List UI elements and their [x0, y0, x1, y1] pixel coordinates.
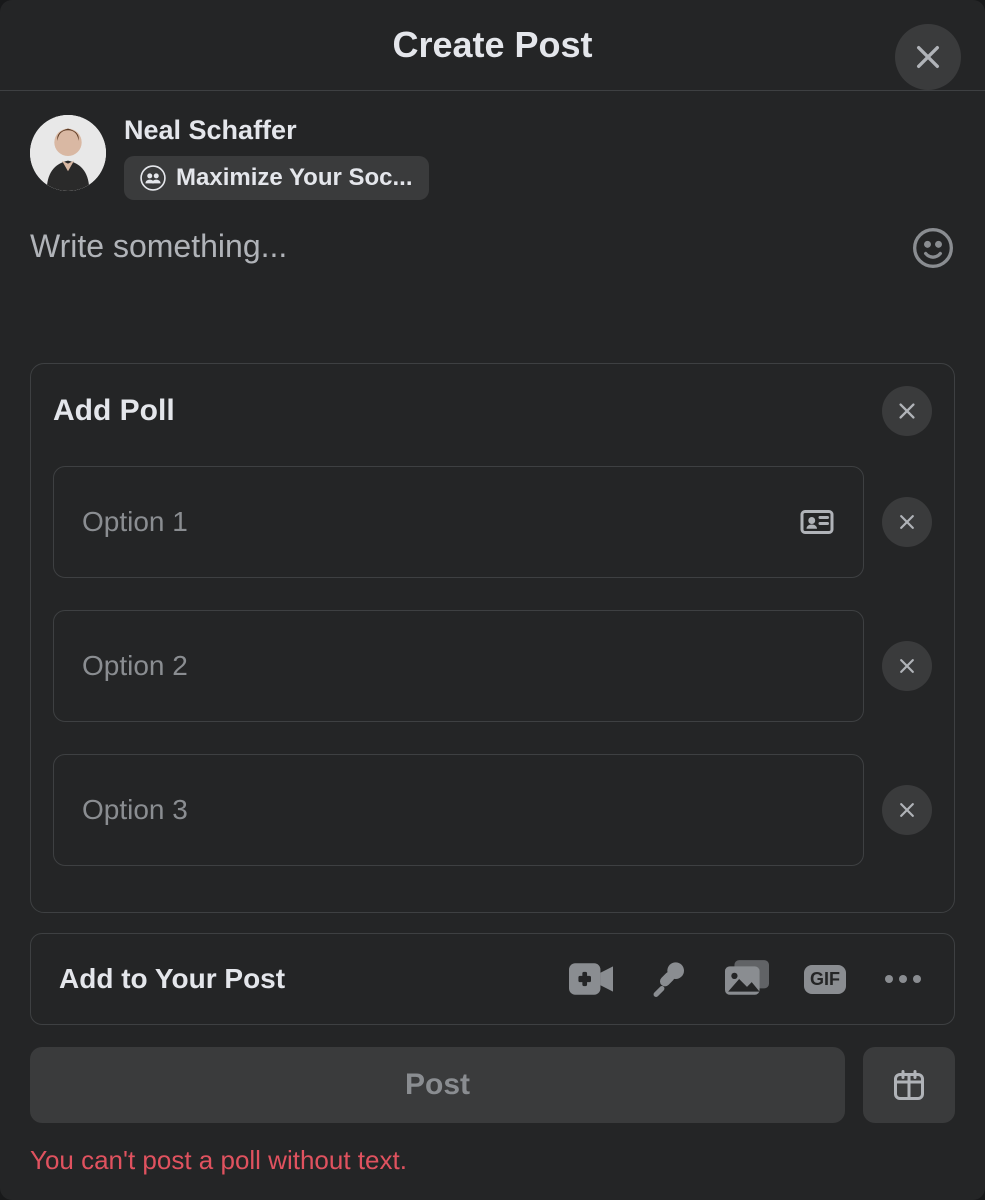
poll-option-input-2[interactable] [82, 650, 835, 682]
group-icon [140, 165, 166, 191]
microphone-button[interactable] [646, 956, 692, 1002]
remove-option-button[interactable] [882, 641, 932, 691]
post-text-input[interactable] [30, 228, 955, 302]
poll-option-input-wrap [53, 754, 864, 866]
post-button[interactable]: Post [30, 1047, 845, 1123]
poll-options [53, 466, 932, 866]
emoji-button[interactable] [911, 226, 955, 270]
photo-video-icon [725, 960, 769, 998]
live-video-button[interactable] [568, 956, 614, 1002]
poll-option-row [53, 754, 932, 866]
footer-row: Post [30, 1047, 955, 1123]
user-row: Neal Schaffer Maximize Your Soc... [0, 91, 985, 212]
photo-video-button[interactable] [724, 956, 770, 1002]
emoji-icon [911, 226, 955, 270]
close-icon [896, 400, 918, 422]
contact-card-icon[interactable] [799, 504, 835, 540]
user-name: Neal Schaffer [124, 115, 429, 146]
create-post-modal: Create Post Neal Schaffer Maximize Your … [0, 0, 985, 1200]
close-button[interactable] [895, 24, 961, 90]
live-video-icon [569, 963, 613, 995]
close-icon [897, 800, 917, 820]
remove-option-button[interactable] [882, 497, 932, 547]
error-message: You can't post a poll without text. [0, 1131, 985, 1200]
remove-option-button[interactable] [882, 785, 932, 835]
avatar[interactable] [30, 115, 106, 191]
microphone-icon [649, 959, 689, 999]
poll-option-input-wrap [53, 466, 864, 578]
add-to-post-bar: Add to Your Post GIF [30, 933, 955, 1025]
poll-option-input-wrap [53, 610, 864, 722]
poll-option-row [53, 610, 932, 722]
more-options-button[interactable] [880, 956, 926, 1002]
close-poll-button[interactable] [882, 386, 932, 436]
audience-label: Maximize Your Soc... [176, 164, 413, 192]
audience-selector[interactable]: Maximize Your Soc... [124, 156, 429, 200]
schedule-button[interactable] [863, 1047, 955, 1123]
modal-title: Create Post [392, 24, 592, 66]
close-icon [897, 512, 917, 532]
user-info: Neal Schaffer Maximize Your Soc... [124, 115, 429, 200]
poll-title: Add Poll [53, 394, 175, 428]
add-to-post-icons: GIF [568, 956, 926, 1002]
composer [0, 212, 985, 307]
poll-header: Add Poll [53, 386, 932, 436]
calendar-icon [891, 1067, 927, 1103]
add-to-post-label: Add to Your Post [59, 963, 285, 995]
more-icon [885, 975, 921, 983]
gif-icon: GIF [804, 965, 846, 994]
poll-option-input-1[interactable] [82, 506, 799, 538]
poll-panel: Add Poll [30, 363, 955, 913]
modal-header: Create Post [0, 0, 985, 91]
avatar-image [30, 115, 106, 191]
poll-option-input-3[interactable] [82, 794, 835, 826]
gif-button[interactable]: GIF [802, 956, 848, 1002]
poll-option-row [53, 466, 932, 578]
close-icon [912, 41, 944, 73]
close-icon [897, 656, 917, 676]
